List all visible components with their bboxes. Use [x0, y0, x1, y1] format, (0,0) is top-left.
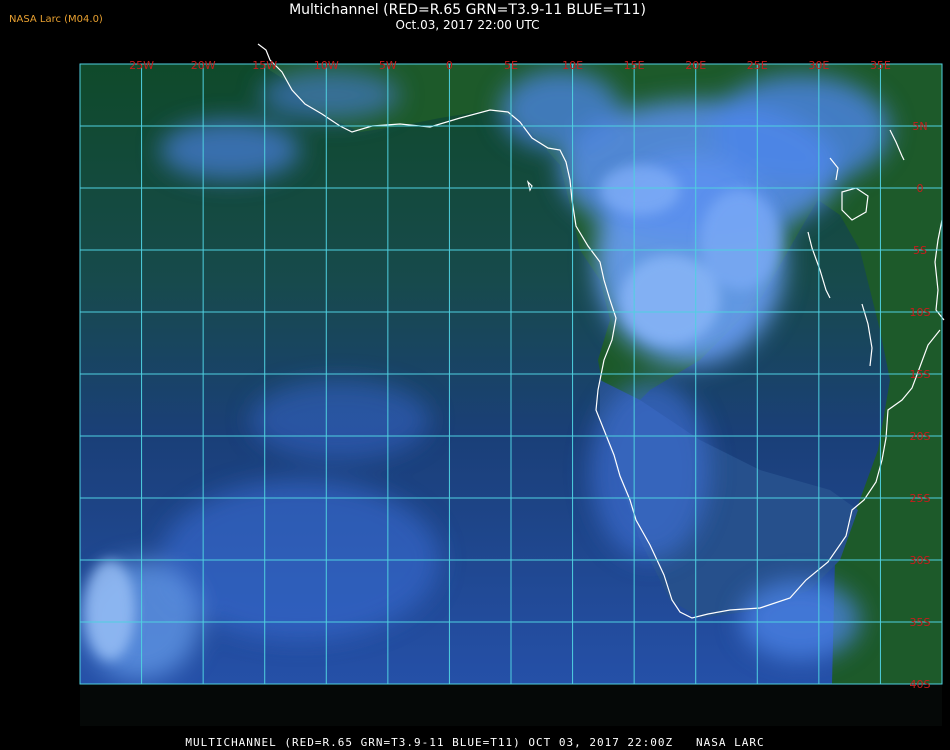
lat-label-40s: 40S — [910, 678, 931, 691]
lat-label-25s: 25S — [910, 492, 931, 505]
lat-label-0: 0 — [917, 182, 924, 195]
lat-label-35s: 35S — [910, 616, 931, 629]
lat-label-5s: 5S — [913, 244, 927, 257]
lon-label-10w: 10W — [314, 59, 339, 72]
cloud-core-4 — [85, 560, 135, 660]
lon-label-15w: 15W — [252, 59, 277, 72]
cloud-core-1 — [620, 255, 720, 345]
cloud-core-3 — [700, 190, 780, 290]
cloud-mid-atlantic — [250, 380, 430, 460]
cloud-namibia — [590, 380, 710, 560]
lat-label-30s: 30S — [910, 554, 931, 567]
lon-label-0: 0 — [446, 59, 453, 72]
cloud-sahel — [260, 70, 400, 120]
lon-label-10e: 10E — [562, 59, 583, 72]
cloud-gulf-guinea — [500, 70, 620, 150]
lon-label-35e: 35E — [870, 59, 891, 72]
lat-label-10s: 10S — [910, 306, 931, 319]
cloud-south-coast — [740, 580, 860, 660]
lon-label-20e: 20E — [685, 59, 706, 72]
lat-label-5n: 5N — [912, 120, 927, 133]
lon-label-30e: 30E — [808, 59, 829, 72]
lon-label-25e: 25E — [747, 59, 768, 72]
cloud-core-2 — [600, 165, 680, 215]
lon-label-5w: 5W — [379, 59, 397, 72]
footer-caption: MULTICHANNEL (RED=R.65 GRN=T3.9-11 BLUE=… — [185, 736, 765, 749]
lat-label-15s: 15S — [910, 368, 931, 381]
satellite-map: 25W 20W 15W 10W 5W 0 5E 10E 15E 20E 25E 30E 35E 5N 0 5… — [79, 43, 945, 726]
lat-label-20s: 20S — [910, 430, 931, 443]
cloud-east-africa — [710, 75, 890, 185]
cloud-west-atlantic-north — [160, 120, 300, 180]
lon-label-15e: 15E — [624, 59, 645, 72]
lon-label-20w: 20W — [191, 59, 216, 72]
lon-label-25w: 25W — [129, 59, 154, 72]
lon-label-5e: 5E — [504, 59, 518, 72]
